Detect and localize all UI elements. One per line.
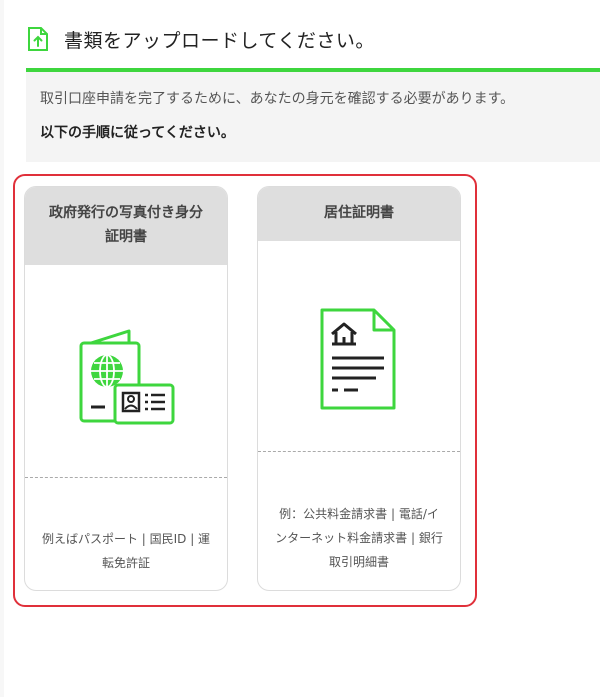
upload-document-icon [26, 26, 50, 52]
photo-id-examples: 例えばパスポート | 国民ID | 運 転免許証 [41, 532, 211, 570]
residence-proof-card[interactable]: 居住証明書 例：公共料金請求書 | 電話/イ ンターネット料金請求書 | 銀行 … [257, 186, 461, 591]
residence-proof-examples: 例：公共料金請求書 | 電話/イ ンターネット料金請求書 | 銀行 取引明細書 [275, 507, 443, 569]
residence-proof-card-title: 居住証明書 [258, 187, 460, 241]
card-divider [258, 451, 460, 452]
instructions-box: 取引口座申請を完了するために、あなたの身元を確認する必要があります。 以下の手順… [26, 72, 600, 162]
address-document-icon [258, 269, 460, 449]
passport-id-card-icon [25, 283, 227, 473]
instructions-steps-text: 以下の手順に従ってください。 [40, 125, 235, 141]
photo-id-card-title: 政府発行の写真付き身分 証明書 [25, 187, 227, 265]
left-edge [0, 0, 4, 697]
page-header: 書類をアップロードしてください。 [26, 18, 600, 60]
card-divider [25, 477, 227, 478]
instructions-text: 取引口座申請を完了するために、あなたの身元を確認する必要があります。 [40, 91, 515, 107]
page-title: 書類をアップロードしてください。 [64, 29, 375, 52]
photo-id-card[interactable]: 政府発行の写真付き身分 証明書 例えばパスポート | 国民ID | 運 転免許証 [24, 186, 228, 591]
